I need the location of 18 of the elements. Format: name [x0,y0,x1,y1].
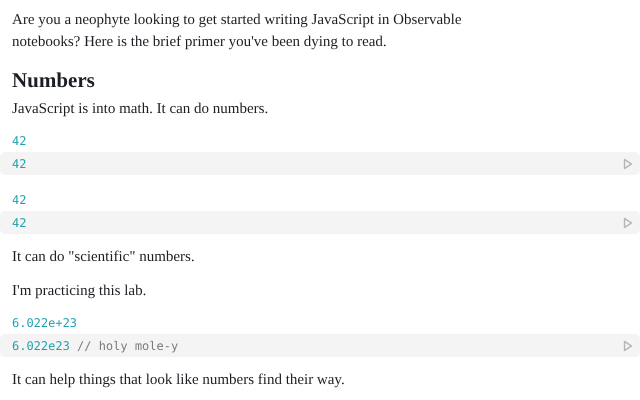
section-heading: Numbers [11,68,96,92]
paragraph: JavaScript is into math. It can do numbers. [11,100,270,119]
code-line: 42 [12,214,26,232]
cell-output: 42 [12,133,26,150]
code-cell[interactable]: 6.022e23 // holy mole-y [0,334,640,357]
run-icon[interactable] [623,158,633,170]
paragraph: It can do "scientific" numbers. [11,248,196,267]
code-line: 42 [12,156,26,172]
cell-output: 42 [12,192,26,209]
code-cell[interactable]: 42 [0,211,640,234]
code-line: 6.022e23 // holy mole-y [12,338,178,354]
paragraph: I'm practicing this lab. [11,282,148,301]
paragraph: It can help things that look like numbers find their way. [11,371,346,390]
code-cell[interactable]: 42 [0,152,640,175]
cell-output: 6.022e+23 [12,315,78,332]
run-icon[interactable] [623,216,633,228]
paragraph: Are you a neophyte looking to get started writing JavaScript in Observable notebooks? Here is the brief primer you've been dying to read. [11,11,462,52]
run-icon[interactable] [623,340,633,352]
